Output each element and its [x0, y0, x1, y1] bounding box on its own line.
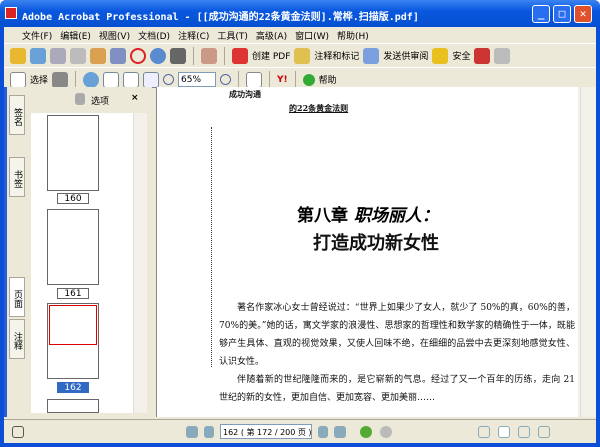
- chapter-subtitle: 打造成功新女性: [313, 233, 439, 254]
- tab-signatures[interactable]: 签名: [9, 95, 25, 135]
- next-page-icon[interactable]: [318, 425, 328, 438]
- page-label: 162: [57, 382, 89, 393]
- menu-bar: 文件(F) 编辑(E) 视图(V) 文档(D) 注释(C) 工具(T) 高级(A…: [4, 27, 596, 43]
- continuous-icon[interactable]: [498, 425, 510, 438]
- menu-window[interactable]: 窗口(W): [295, 29, 329, 42]
- body-text: 著名作家冰心女士曾经说过：“世界上如果少了女人，就少了 50%的真，60%的善，…: [219, 299, 575, 407]
- chapter-number: 第八章: [297, 206, 348, 226]
- zoom-in-icon[interactable]: [83, 71, 100, 88]
- last-page-icon[interactable]: [334, 425, 346, 438]
- paragraph: 著名作家冰心女士曾经说过：“世界上如果少了女人，就少了 50%的真，60%的善，…: [219, 303, 575, 367]
- comment-icon: [294, 47, 311, 64]
- snapshot-icon[interactable]: [52, 71, 69, 88]
- menu-edit[interactable]: 编辑(E): [60, 29, 91, 42]
- facing-icon[interactable]: [538, 425, 550, 438]
- attach-icon[interactable]: [110, 47, 126, 64]
- comment-markup-button[interactable]: 注释和标记: [314, 49, 359, 62]
- save-icon[interactable]: [50, 47, 66, 64]
- previous-view-icon[interactable]: [360, 425, 372, 438]
- acrobat-window: Adobe Acrobat Professional - [[成功沟通的22条黄…: [0, 0, 600, 447]
- yahoo-button[interactable]: Y!: [277, 75, 288, 85]
- fit-page-icon[interactable]: [123, 71, 140, 88]
- create-pdf-button[interactable]: 创建 PDF: [252, 49, 290, 62]
- tab-pages[interactable]: 页面: [9, 277, 25, 317]
- review-icon: [363, 47, 380, 64]
- stamp-icon[interactable]: [130, 47, 146, 64]
- web-icon[interactable]: [150, 47, 166, 64]
- document-scrollbar[interactable]: [580, 87, 596, 417]
- forms-icon[interactable]: [494, 47, 511, 64]
- first-page-icon[interactable]: [186, 425, 198, 438]
- page-thumbnail[interactable]: [47, 209, 99, 285]
- zoom-input[interactable]: 65%: [178, 72, 217, 87]
- header-left: 成功沟通: [229, 89, 261, 99]
- create-pdf-icon: [232, 47, 248, 64]
- sign-pen-icon[interactable]: [474, 47, 491, 64]
- zoom-out-icon[interactable]: [163, 74, 175, 85]
- close-button[interactable]: ✕: [574, 5, 592, 23]
- zoom-plus-icon[interactable]: [220, 74, 232, 85]
- paragraph: 伴随着新的世纪隆隆而来的，是它崭新的气息。经过了又一个百年的历练，走向 21 世…: [219, 375, 575, 403]
- maximize-button[interactable]: □: [553, 5, 571, 23]
- hand-tool-icon[interactable]: [10, 71, 26, 88]
- help-button[interactable]: 帮助: [319, 73, 337, 86]
- margin-line: [211, 127, 212, 367]
- single-page-icon[interactable]: [478, 425, 490, 438]
- select-tool-button[interactable]: 选择: [30, 73, 48, 86]
- continuous-facing-icon[interactable]: [518, 425, 530, 438]
- picture-tasks-icon[interactable]: [201, 47, 217, 64]
- page-label: 160: [57, 193, 89, 204]
- minimize-button[interactable]: _: [532, 5, 550, 23]
- toolbar-file: 创建 PDF 注释和标记 发送供审阅 安全: [4, 43, 596, 67]
- menu-comments[interactable]: 注释(C): [178, 29, 209, 42]
- menu-help[interactable]: 帮助(H): [337, 29, 369, 42]
- document-view: 成功沟通 的22条黄金法则 第八章 职场丽人： 打造成功新女性 著名作家冰心女士…: [156, 87, 596, 417]
- chapter-title: 职场丽人：: [353, 206, 439, 226]
- search-icon[interactable]: [170, 47, 186, 64]
- page-number-input[interactable]: 162 ( 第 172 / 200 页 ): [220, 424, 312, 439]
- title-bar: Adobe Acrobat Professional - [[成功沟通的22条黄…: [0, 0, 600, 27]
- rotate-icon[interactable]: [246, 71, 263, 88]
- header-right: 的22条黄金法则: [289, 103, 349, 113]
- help-icon: [302, 73, 315, 86]
- open-icon[interactable]: [10, 47, 26, 64]
- menu-advanced[interactable]: 高级(A): [256, 29, 287, 42]
- next-view-icon[interactable]: [380, 425, 392, 438]
- page-thumbnail-selected[interactable]: [47, 303, 99, 379]
- tab-comments[interactable]: 注释: [9, 319, 25, 359]
- send-review-button[interactable]: 发送供审阅: [383, 49, 428, 62]
- print-icon[interactable]: [70, 47, 86, 64]
- panel-close-button[interactable]: ×: [131, 93, 139, 103]
- window-title: Adobe Acrobat Professional - [[成功沟通的22条黄…: [22, 12, 419, 23]
- menu-tools[interactable]: 工具(T): [217, 29, 248, 42]
- lock-icon: [432, 47, 449, 64]
- email-icon[interactable]: [90, 47, 106, 64]
- page-icon[interactable]: [12, 425, 24, 438]
- tab-bookmarks[interactable]: 书签: [9, 157, 25, 197]
- previous-page-icon[interactable]: [204, 425, 214, 438]
- page-label: 161: [57, 288, 89, 299]
- trash-icon[interactable]: [75, 93, 85, 105]
- navigation-panel: 签名 书签 页面 注释 选项 × 160 161 162: [4, 87, 152, 417]
- page-thumbnail[interactable]: [47, 115, 99, 191]
- options-menu[interactable]: 选项: [91, 94, 109, 107]
- menu-view[interactable]: 视图(V): [99, 29, 130, 42]
- menu-file[interactable]: 文件(F): [22, 29, 52, 42]
- acrobat-icon: [5, 7, 17, 19]
- status-bar: 162 ( 第 172 / 200 页 ): [4, 419, 596, 443]
- organizer-icon[interactable]: [30, 47, 46, 64]
- actual-size-icon[interactable]: [103, 71, 120, 88]
- pdf-page: 成功沟通 的22条黄金法则 第八章 职场丽人： 打造成功新女性 著名作家冰心女士…: [156, 87, 578, 417]
- fit-width-icon[interactable]: [143, 71, 160, 88]
- page-thumbnails: 160 161 162: [31, 113, 147, 413]
- page-thumbnail[interactable]: [47, 399, 99, 413]
- menu-document[interactable]: 文档(D): [138, 29, 170, 42]
- thumbnail-scrollbar[interactable]: [133, 113, 147, 413]
- security-button[interactable]: 安全: [452, 49, 470, 62]
